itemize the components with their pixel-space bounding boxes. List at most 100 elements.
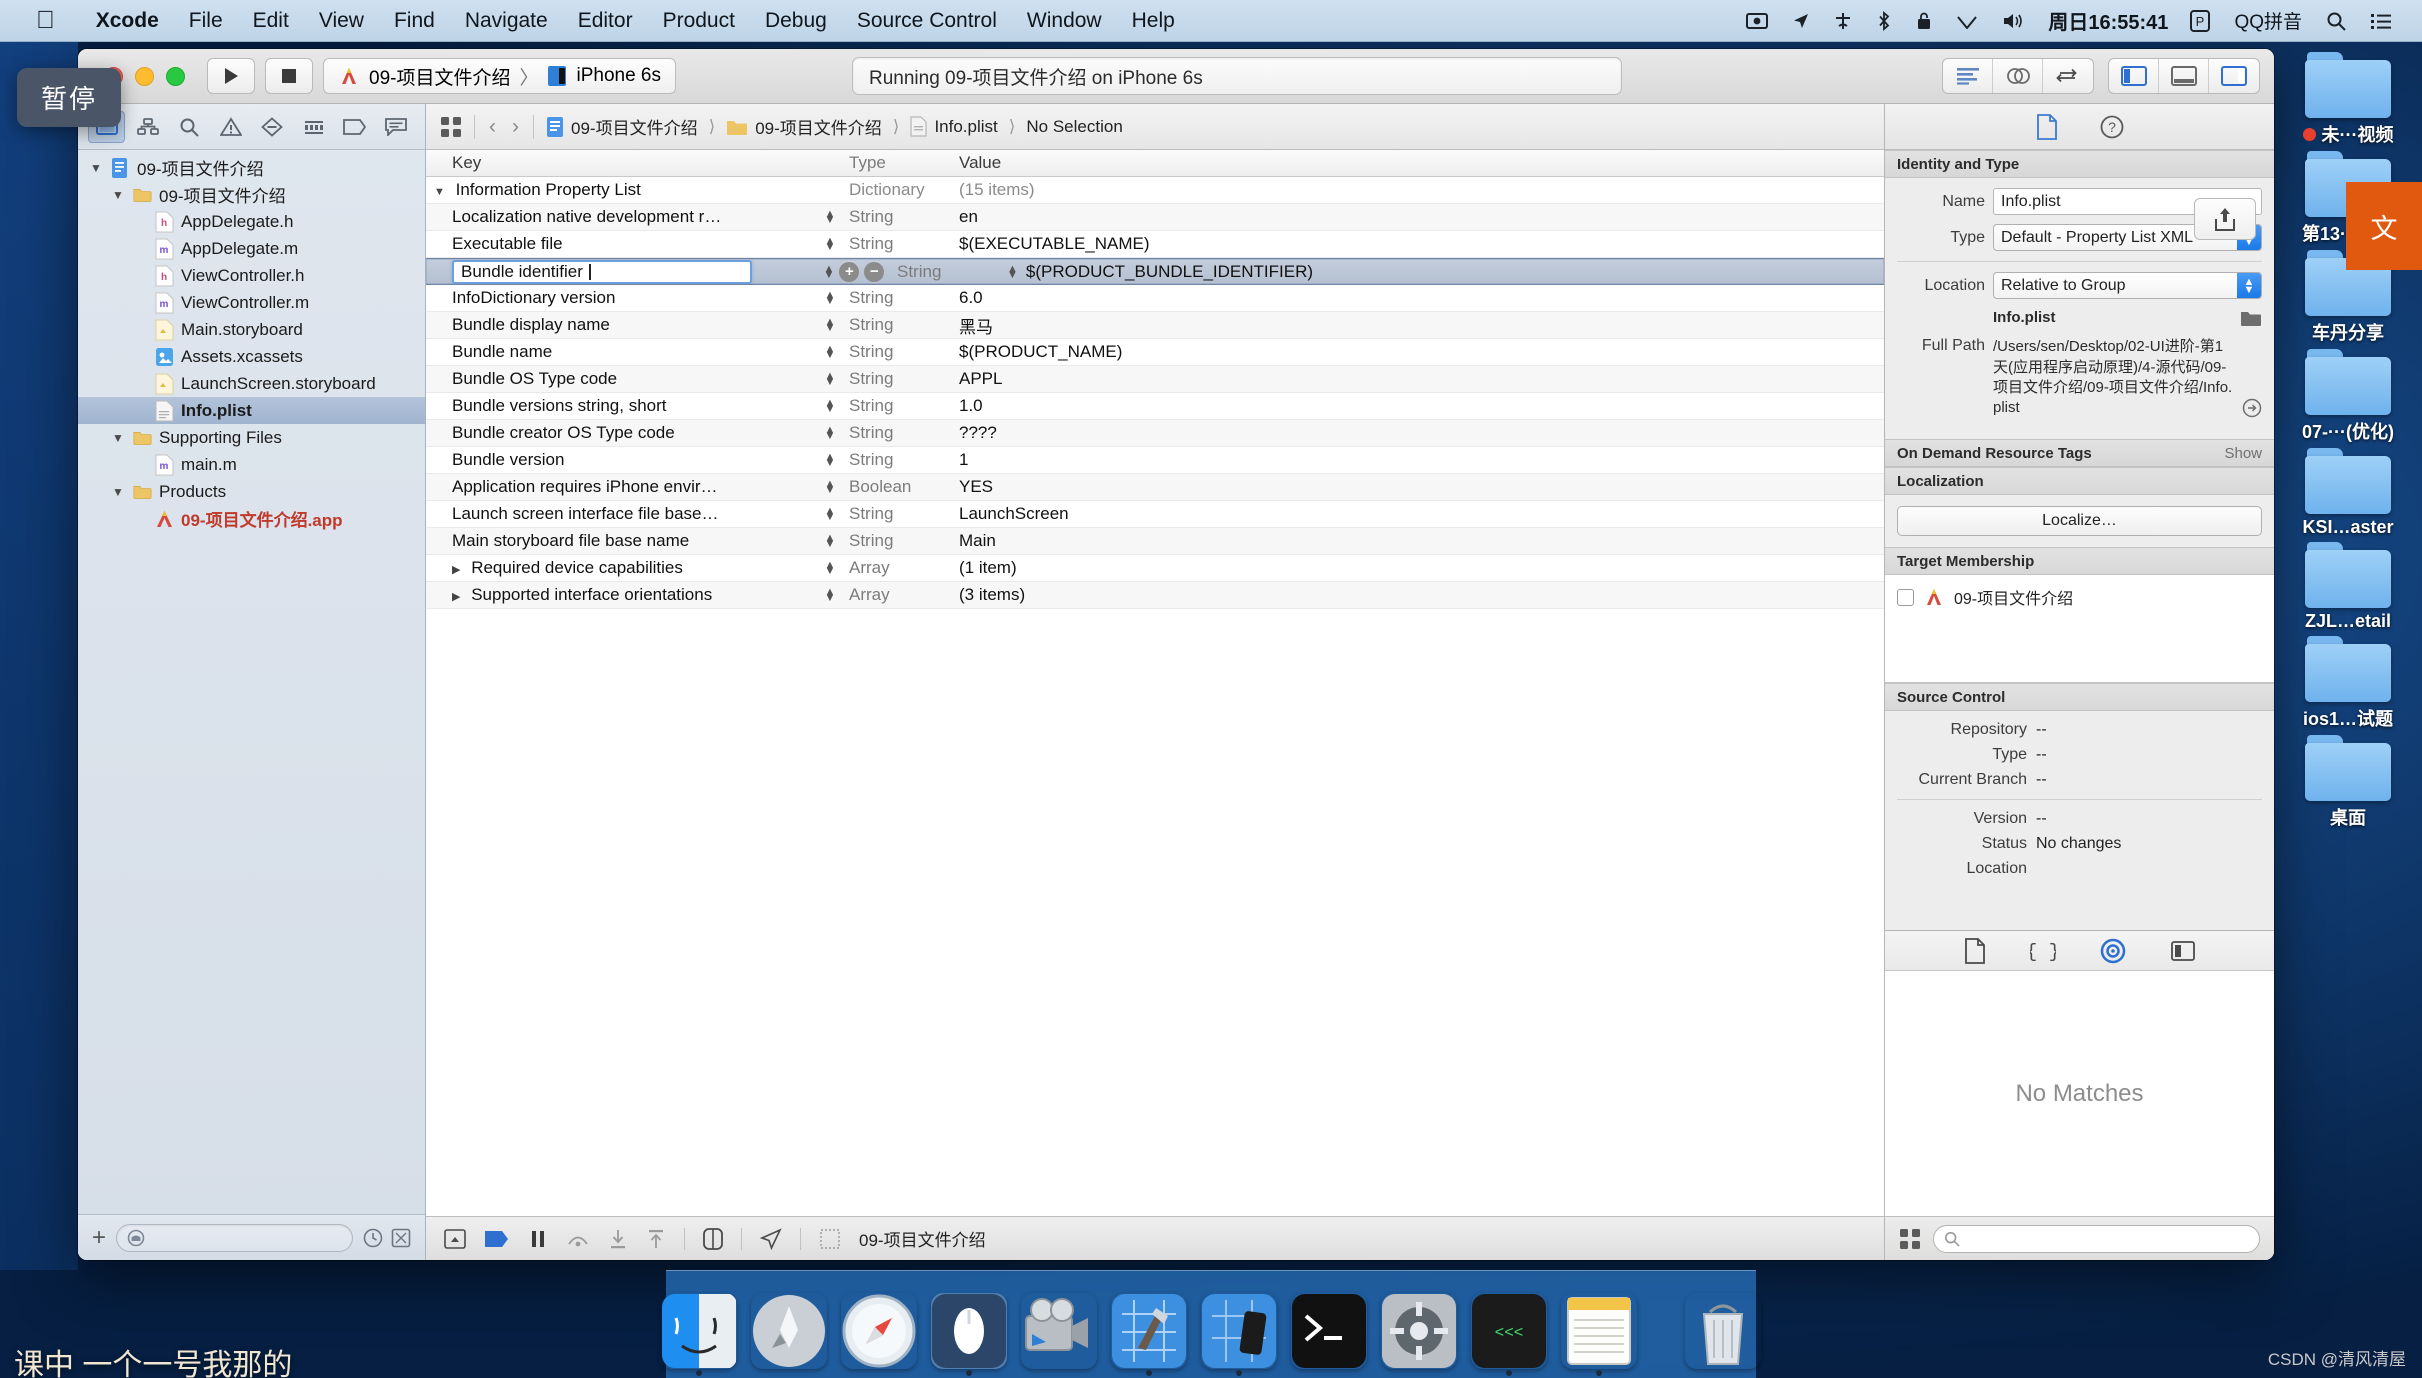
menu-item-navigate[interactable]: Navigate [450,9,563,33]
media-library-icon[interactable] [2100,938,2126,964]
plist-value[interactable]: APPL [959,369,1884,389]
add-remove-stepper[interactable]: ▲ ▼ [825,533,836,550]
library-search-field[interactable] [1933,1224,2260,1253]
volume-icon[interactable] [1990,12,2038,30]
plist-row[interactable]: Application requires iPhone envir… ▲ ▼ Boo… [426,474,1884,501]
plist-row[interactable]: Bundle identifier ▲ ▼ + − String ▲ ▼ $(PRODUCT_… [426,258,1884,285]
desktop-folder[interactable]: ios1…试题 [2280,636,2416,731]
debug-navigator-icon[interactable] [295,111,332,143]
mouse-app-icon[interactable] [931,1293,1007,1369]
plist-value[interactable]: en [959,207,1884,227]
plist-row[interactable]: Localization native development r… ▲ ▼ Str… [426,204,1884,231]
dock-item[interactable] [1685,1293,1761,1369]
standard-editor-icon[interactable] [1943,59,1993,93]
disclosure-triangle[interactable]: ▼ [110,188,126,202]
menu-item-debug[interactable]: Debug [750,9,842,33]
bluetooth-icon[interactable] [1864,10,1904,31]
add-remove-stepper[interactable]: ▲ ▼ [824,263,835,280]
navigator-item-13[interactable]: 09-项目文件介绍.app [78,505,425,532]
target-membership-item[interactable]: 09-项目文件介绍 [1897,585,2262,609]
file-inspector-icon[interactable] [2036,113,2058,140]
folder-picker-icon[interactable] [2240,309,2262,327]
plist-value[interactable]: (1 item) [959,558,1884,578]
plist-value[interactable]: ▲ ▼ $(PRODUCT_BUNDLE_IDENTIFIER) [1007,262,1884,282]
navigator-item-1[interactable]: ▼ 09-项目文件介绍 [78,181,425,208]
plist-type[interactable]: String [849,369,959,389]
navigator-item-2[interactable]: h AppDelegate.h [78,208,425,235]
object-library-icon[interactable] [2170,940,2196,962]
assistant-editor-icon[interactable] [1993,59,2043,93]
input-method-badge[interactable]: P [2178,9,2222,32]
plist-row[interactable]: Main storyboard file base name ▲ ▼ String M… [426,528,1884,555]
source-control-filter-icon[interactable] [391,1228,411,1248]
plist-row[interactable]: ▶ Required device capabilities ▲ ▼ Array (1… [426,555,1884,582]
plist-value[interactable]: $(EXECUTABLE_NAME) [959,234,1884,254]
navigator-item-11[interactable]: m main.m [78,451,425,478]
navigator-item-4[interactable]: h ViewController.h [78,262,425,289]
dock-item[interactable] [1021,1293,1097,1369]
plist-type[interactable]: String [849,450,959,470]
search-icon[interactable] [2314,11,2358,31]
control-center-list-icon[interactable] [2358,12,2404,30]
dock-item[interactable] [1291,1293,1367,1369]
plist-value[interactable]: LaunchScreen [959,504,1884,524]
plist-row[interactable]: InfoDictionary version ▲ ▼ String 6.0 [426,285,1884,312]
step-out-icon[interactable] [646,1228,666,1250]
share-button[interactable] [2194,198,2256,240]
utilities-toggle-icon[interactable] [2209,59,2259,93]
stop-button[interactable] [265,58,313,94]
launchpad-icon[interactable] [751,1293,827,1369]
scheme-selector[interactable]: 09-项目文件介绍 〉 iPhone 6s [323,58,676,94]
menu-item-editor[interactable]: Editor [563,9,648,33]
plist-value[interactable]: 黑马 [959,313,1884,338]
target-checkbox[interactable] [1897,588,1914,606]
version-editor-icon[interactable] [2043,59,2093,93]
plist-row[interactable]: Launch screen interface file base… ▲ ▼ Str… [426,501,1884,528]
disclosure-triangle[interactable]: ▶ [452,563,460,576]
dock-item[interactable] [841,1293,917,1369]
menu-item-source-control[interactable]: Source Control [842,9,1012,33]
plist-type[interactable]: String [849,504,959,524]
plus-icon[interactable]: + [92,1224,106,1252]
code-snippet-library-icon[interactable]: { } [2030,938,2056,964]
location-arrow-icon[interactable] [1780,12,1822,30]
disclosure-triangle[interactable]: ▼ [434,186,445,198]
add-remove-stepper[interactable]: ▲ ▼ [825,587,836,604]
finder-icon[interactable] [661,1293,737,1369]
disclosure-triangle[interactable]: ▼ [88,161,104,175]
back-chevron-icon[interactable]: ‹ [487,115,498,139]
add-row-button[interactable]: + [839,261,860,282]
desktop-folder[interactable]: 未···视频 [2280,52,2416,147]
memory-graph-icon[interactable] [819,1228,841,1250]
add-remove-stepper[interactable]: ▲ ▼ [825,236,836,253]
plist-type[interactable]: Boolean [849,477,959,497]
navigator-item-10[interactable]: ▼ Supporting Files [78,424,425,451]
menu-item-file[interactable]: File [174,9,238,33]
dock-item[interactable] [931,1293,1007,1376]
plist-type[interactable]: String [849,396,959,416]
related-items-icon[interactable] [440,116,462,138]
desktop-folder[interactable]: KSI…aster [2280,448,2416,538]
system-preferences-icon[interactable] [1381,1293,1457,1369]
plist-value[interactable]: $(PRODUCT_NAME) [959,342,1884,362]
plist-type[interactable]: String [849,315,959,335]
menu-item-edit[interactable]: Edit [238,9,304,33]
menu-item-xcode[interactable]: Xcode [81,9,174,33]
plist-type[interactable]: String [849,234,959,254]
airdrop-icon[interactable] [1822,12,1864,30]
plist-type[interactable]: String [849,288,959,308]
pause-icon[interactable] [528,1229,548,1249]
navigator-item-7[interactable]: Assets.xcassets [78,343,425,370]
lock-icon[interactable] [1904,11,1944,31]
step-into-icon[interactable] [608,1228,628,1250]
menubar-clock[interactable]: 周日16:55:41 [2038,6,2178,35]
dock-item[interactable] [1561,1293,1637,1376]
breakpoints-icon[interactable] [484,1230,510,1248]
add-remove-stepper[interactable]: ▲ ▼ [825,317,836,334]
plist-row[interactable]: Bundle versions string, short ▲ ▼ String 1.… [426,393,1884,420]
view-debugging-icon[interactable] [703,1227,723,1250]
dock-item[interactable] [751,1293,827,1369]
menu-item-help[interactable]: Help [1117,9,1190,33]
xcode-icon[interactable] [1111,1293,1187,1369]
key-edit-field[interactable]: Bundle identifier [452,259,752,284]
